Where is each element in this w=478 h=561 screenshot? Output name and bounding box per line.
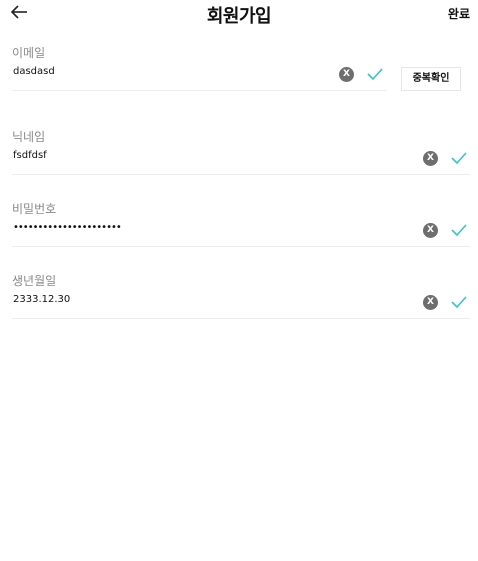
email-field[interactable]: dasdasd: [13, 66, 55, 77]
password-clear-icon[interactable]: X: [423, 223, 438, 238]
password-check-icon: [451, 224, 467, 237]
nickname-field[interactable]: fsdfdsf: [13, 150, 47, 161]
done-button[interactable]: 완료: [448, 5, 470, 22]
nickname-underline: [12, 174, 470, 175]
header: 회원가입 완료: [0, 0, 478, 27]
birthdate-check-icon: [451, 296, 467, 309]
nickname-clear-icon[interactable]: X: [423, 151, 438, 166]
email-clear-icon[interactable]: X: [339, 67, 354, 82]
email-check-icon: [367, 68, 383, 81]
duplicate-check-button[interactable]: 중복확인: [401, 67, 461, 91]
email-underline: [12, 90, 387, 91]
password-label: 비밀번호: [12, 202, 57, 216]
page-title: 회원가입: [206, 6, 272, 27]
nickname-label: 닉네임: [12, 130, 46, 144]
birthdate-clear-icon[interactable]: X: [423, 295, 438, 310]
email-label: 이메일: [12, 46, 46, 60]
birthdate-field[interactable]: 2333.12.30: [13, 294, 70, 305]
nickname-check-icon: [451, 152, 467, 165]
password-field[interactable]: ••••••••••••••••••••••: [13, 222, 122, 233]
birthdate-underline: [12, 318, 470, 319]
password-underline: [12, 246, 470, 247]
birthdate-label: 생년월일: [12, 274, 57, 288]
